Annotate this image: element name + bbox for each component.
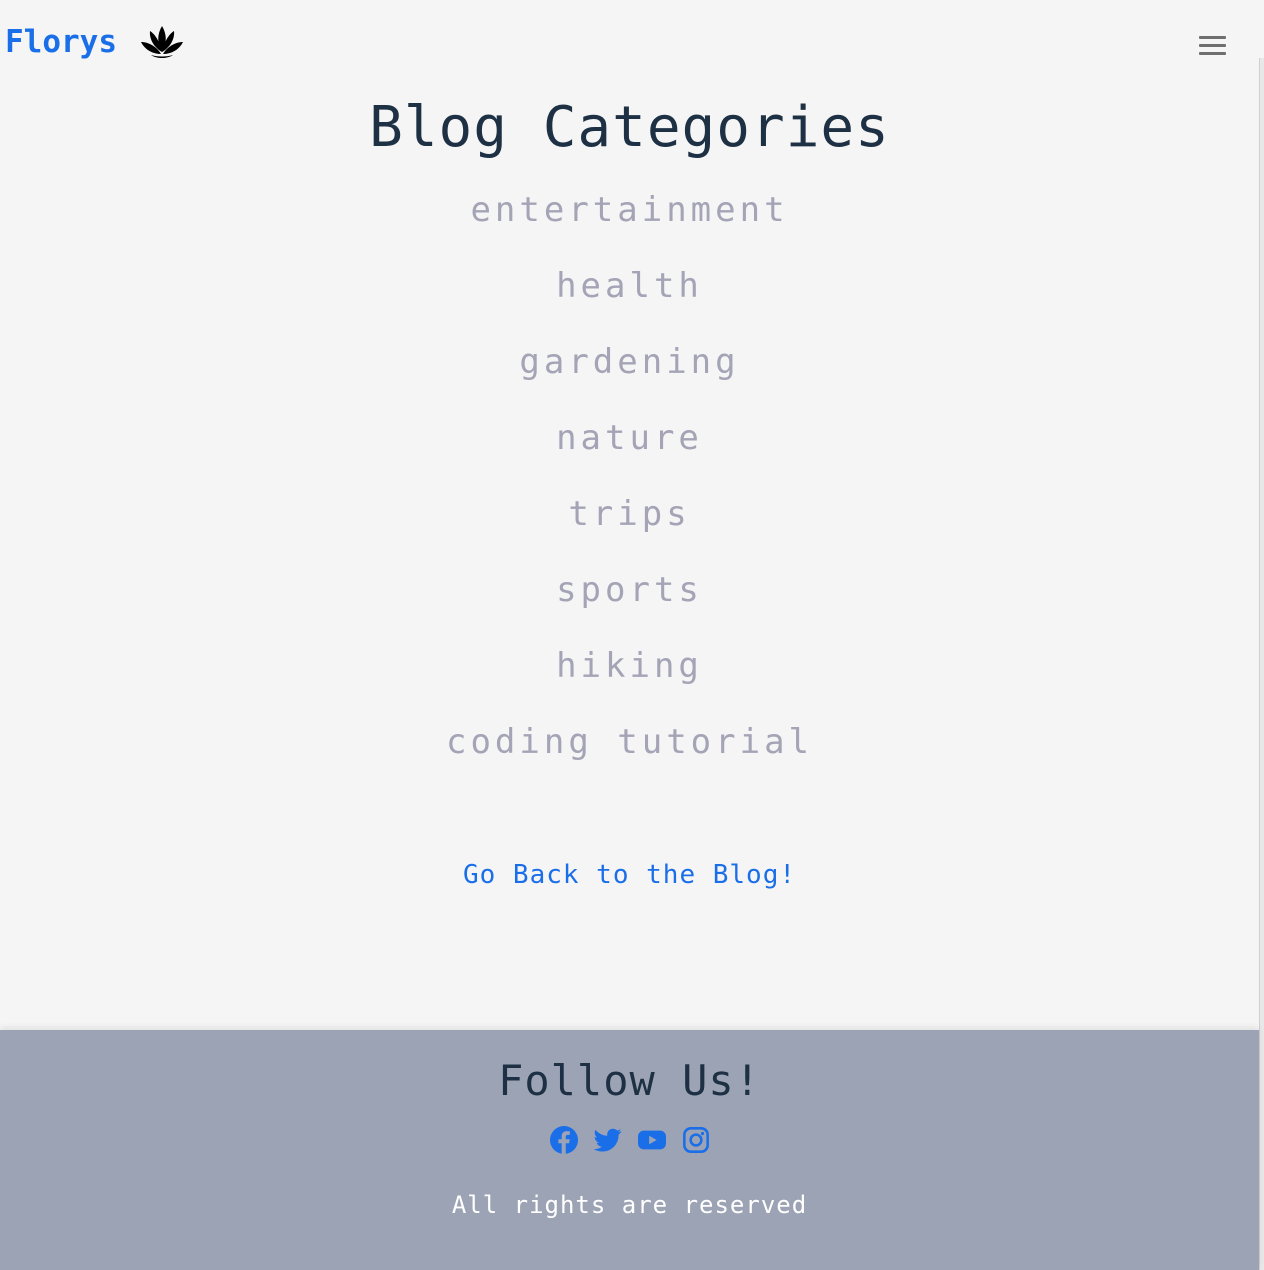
category-link-sports[interactable]: sports [556,570,703,610]
navbar: Florys [0,0,1264,90]
list-item: gardening [0,334,1259,410]
social-links [0,1126,1259,1154]
category-link-gardening[interactable]: gardening [519,342,739,382]
scrollbar[interactable] [1259,58,1264,1270]
copyright-text: All rights are reserved [451,1191,808,1219]
list-item: health [0,258,1259,334]
list-item: sports [0,562,1259,638]
footer: Follow Us! All rights are reserved [0,1030,1259,1270]
lotus-icon [140,26,183,58]
instagram-icon[interactable] [682,1126,710,1154]
hamburger-menu-icon[interactable] [1197,34,1227,60]
twitter-icon[interactable] [593,1126,622,1154]
list-item: hiking [0,638,1259,714]
list-item: coding tutorial [0,714,1259,790]
category-link-hiking[interactable]: hiking [556,646,703,686]
category-list: entertainment health gardening nature tr… [0,182,1259,790]
brand-link[interactable]: Florys [5,22,185,62]
brand-name: Florys [5,24,117,60]
category-link-trips[interactable]: trips [568,494,690,534]
back-to-blog-link[interactable]: Go Back to the Blog! [0,860,1259,890]
page-title: Blog Categories [369,95,890,160]
list-item: nature [0,410,1259,486]
facebook-icon[interactable] [549,1126,578,1154]
page: Florys Blog Categories entertainment hea… [0,0,1264,1270]
youtube-icon[interactable] [637,1126,666,1154]
list-item: trips [0,486,1259,562]
category-link-entertainment[interactable]: entertainment [470,190,788,230]
category-link-coding-tutorial[interactable]: coding tutorial [446,722,813,762]
footer-title: Follow Us! [498,1056,761,1105]
category-link-health[interactable]: health [556,266,703,306]
category-link-nature[interactable]: nature [556,418,703,458]
list-item: entertainment [0,182,1259,258]
